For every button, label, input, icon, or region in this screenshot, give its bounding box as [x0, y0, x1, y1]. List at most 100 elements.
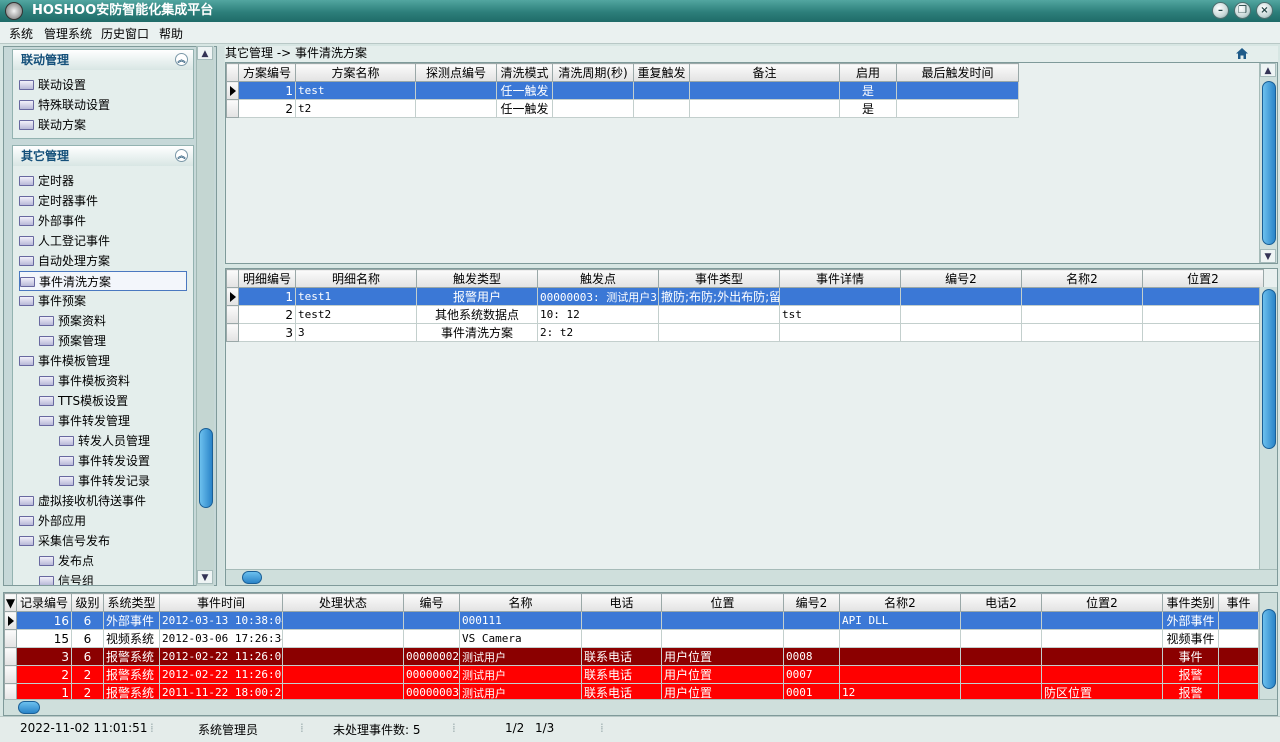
- column-header[interactable]: 系统类型: [103, 593, 160, 612]
- panel-splitter[interactable]: [217, 46, 224, 586]
- menu-system[interactable]: 系统: [9, 25, 33, 42]
- table-row[interactable]: 2 t2 任一触发 是: [226, 99, 1019, 118]
- column-header[interactable]: 触发类型: [416, 269, 538, 288]
- column-header[interactable]: 事件类别: [1162, 593, 1219, 612]
- sidebar-item[interactable]: 定时器事件: [19, 191, 98, 211]
- sidebar-scrollbar[interactable]: ▲ ▼: [196, 46, 214, 586]
- column-header[interactable]: 编号2: [900, 269, 1022, 288]
- column-header[interactable]: 位置: [661, 593, 784, 612]
- row-indicator[interactable]: [226, 287, 239, 306]
- sidebar-item-linkage-plan[interactable]: 联动方案: [19, 115, 86, 135]
- sidebar-item[interactable]: 预案管理: [39, 331, 106, 351]
- sidebar-item[interactable]: 虚拟接收机待送事件: [19, 491, 146, 511]
- column-header[interactable]: 事件详情: [779, 269, 901, 288]
- sidebar-item[interactable]: 信号组: [39, 571, 94, 585]
- sidebar-item[interactable]: 事件转发记录: [59, 471, 150, 491]
- column-header[interactable]: 明细名称: [295, 269, 417, 288]
- row-indicator[interactable]: [226, 305, 239, 324]
- column-header[interactable]: 探测点编号: [415, 63, 497, 82]
- detail-grid-scrollbar[interactable]: [1259, 287, 1277, 569]
- row-indicator[interactable]: [226, 323, 239, 342]
- scroll-down-icon[interactable]: ▼: [197, 570, 213, 584]
- row-indicator[interactable]: [226, 81, 239, 100]
- close-icon[interactable]: ×: [1256, 2, 1273, 19]
- column-header[interactable]: 事件类型: [658, 269, 780, 288]
- scroll-thumb[interactable]: [1262, 609, 1276, 689]
- scroll-thumb[interactable]: [242, 571, 262, 584]
- scroll-thumb[interactable]: [1262, 81, 1276, 245]
- menu-history-window[interactable]: 历史窗口: [101, 25, 149, 42]
- sidebar-item[interactable]: TTS模板设置: [39, 391, 128, 411]
- column-header[interactable]: 级别: [71, 593, 104, 612]
- sidebar-item[interactable]: 事件模板管理: [19, 351, 110, 371]
- column-header[interactable]: 电话2: [960, 593, 1042, 612]
- sidebar-item[interactable]: 外部应用: [19, 511, 86, 531]
- table-row[interactable]: 1 test 任一触发 是: [226, 81, 1019, 100]
- table-row[interactable]: 15 6 视频系统 2012-03-06 17:26:34 VS Camera 视频事件: [4, 629, 1259, 648]
- column-header[interactable]: 明细编号: [238, 269, 296, 288]
- sidebar-item[interactable]: 事件模板资料: [39, 371, 130, 391]
- collapse-icon[interactable]: ︽: [175, 53, 188, 66]
- scroll-down-icon[interactable]: ▼: [1260, 249, 1276, 263]
- scroll-thumb[interactable]: [1262, 289, 1276, 449]
- column-header[interactable]: 最后触发时间: [896, 63, 1019, 82]
- home-icon[interactable]: [1236, 48, 1248, 59]
- row-indicator[interactable]: [4, 629, 17, 648]
- sidebar-item[interactable]: 外部事件: [19, 211, 86, 231]
- scroll-up-icon[interactable]: ▲: [1260, 63, 1276, 77]
- sidebar-item[interactable]: 转发人员管理: [59, 431, 150, 451]
- column-header[interactable]: 处理状态: [282, 593, 404, 612]
- column-header[interactable]: 位置2: [1142, 269, 1264, 288]
- column-header[interactable]: 电话: [581, 593, 662, 612]
- column-header[interactable]: 方案编号: [238, 63, 296, 82]
- column-header[interactable]: 方案名称: [295, 63, 416, 82]
- column-header[interactable]: 位置2: [1041, 593, 1163, 612]
- column-header[interactable]: 编号: [403, 593, 460, 612]
- sidebar-item[interactable]: 定时器: [19, 171, 74, 191]
- table-row[interactable]: 16 6 外部事件 2012-03-13 10:38:04 000111 API DLL 外…: [4, 611, 1259, 630]
- column-header[interactable]: 名称2: [1021, 269, 1143, 288]
- sidebar-item[interactable]: 发布点: [39, 551, 94, 571]
- column-header[interactable]: 名称: [459, 593, 582, 612]
- column-header[interactable]: 记录编号: [16, 593, 72, 612]
- group-linkage-header[interactable]: 联动管理 ︽: [13, 50, 193, 70]
- sidebar-item[interactable]: 采集信号发布: [19, 531, 110, 551]
- minimize-icon[interactable]: –: [1212, 2, 1229, 19]
- column-header[interactable]: 事件时间: [159, 593, 283, 612]
- table-row[interactable]: 3 3 事件清洗方案 2: t2: [226, 323, 1264, 342]
- table-row[interactable]: 3 6 报警系统 2012-02-22 11:26:02 00000002 测试用户 联系电…: [4, 647, 1259, 666]
- scroll-thumb[interactable]: [18, 701, 40, 714]
- column-header[interactable]: 触发点: [537, 269, 659, 288]
- table-row[interactable]: 1 test1 报警用户 00000003: 测试用户3 撤防;布防;外出布防;留: [226, 287, 1264, 306]
- column-header[interactable]: 重复触发: [633, 63, 690, 82]
- sidebar-item[interactable]: 自动处理方案: [19, 251, 110, 271]
- column-header[interactable]: 备注: [689, 63, 840, 82]
- event-grid-hscrollbar[interactable]: [4, 699, 1277, 715]
- table-row[interactable]: 2 test2 其他系统数据点 10: 12 tst: [226, 305, 1264, 324]
- group-other-header[interactable]: 其它管理 ︽: [13, 146, 193, 166]
- column-header[interactable]: 编号2: [783, 593, 840, 612]
- sidebar-item-linkage-settings[interactable]: 联动设置: [19, 75, 86, 95]
- row-indicator[interactable]: [4, 647, 17, 666]
- sidebar-item[interactable]: 事件清洗方案: [19, 271, 187, 291]
- sidebar-item-special-linkage[interactable]: 特殊联动设置: [19, 95, 110, 115]
- column-header[interactable]: 清洗周期(秒): [552, 63, 634, 82]
- sidebar-item[interactable]: 事件转发管理: [39, 411, 130, 431]
- sidebar-item[interactable]: 事件转发设置: [59, 451, 150, 471]
- plan-grid-scrollbar[interactable]: ▲ ▼: [1259, 63, 1277, 263]
- event-grid-scrollbar[interactable]: [1259, 593, 1277, 699]
- row-indicator[interactable]: [4, 665, 17, 684]
- row-indicator[interactable]: [4, 611, 17, 630]
- collapse-icon[interactable]: ︽: [175, 149, 188, 162]
- sidebar-item[interactable]: 预案资料: [39, 311, 106, 331]
- scroll-thumb[interactable]: [199, 428, 213, 508]
- column-header[interactable]: 名称2: [839, 593, 961, 612]
- menu-manage-system[interactable]: 管理系统: [44, 25, 92, 42]
- table-row[interactable]: 2 2 报警系统 2012-02-22 11:26:02 00000002 测试用户 联系电…: [4, 665, 1259, 684]
- row-indicator[interactable]: [226, 99, 239, 118]
- column-header[interactable]: 启用: [839, 63, 897, 82]
- detail-grid-hscrollbar[interactable]: [226, 569, 1277, 585]
- column-header[interactable]: 清洗模式: [496, 63, 553, 82]
- restore-icon[interactable]: ❐: [1234, 2, 1251, 19]
- menu-help[interactable]: 帮助: [159, 25, 183, 42]
